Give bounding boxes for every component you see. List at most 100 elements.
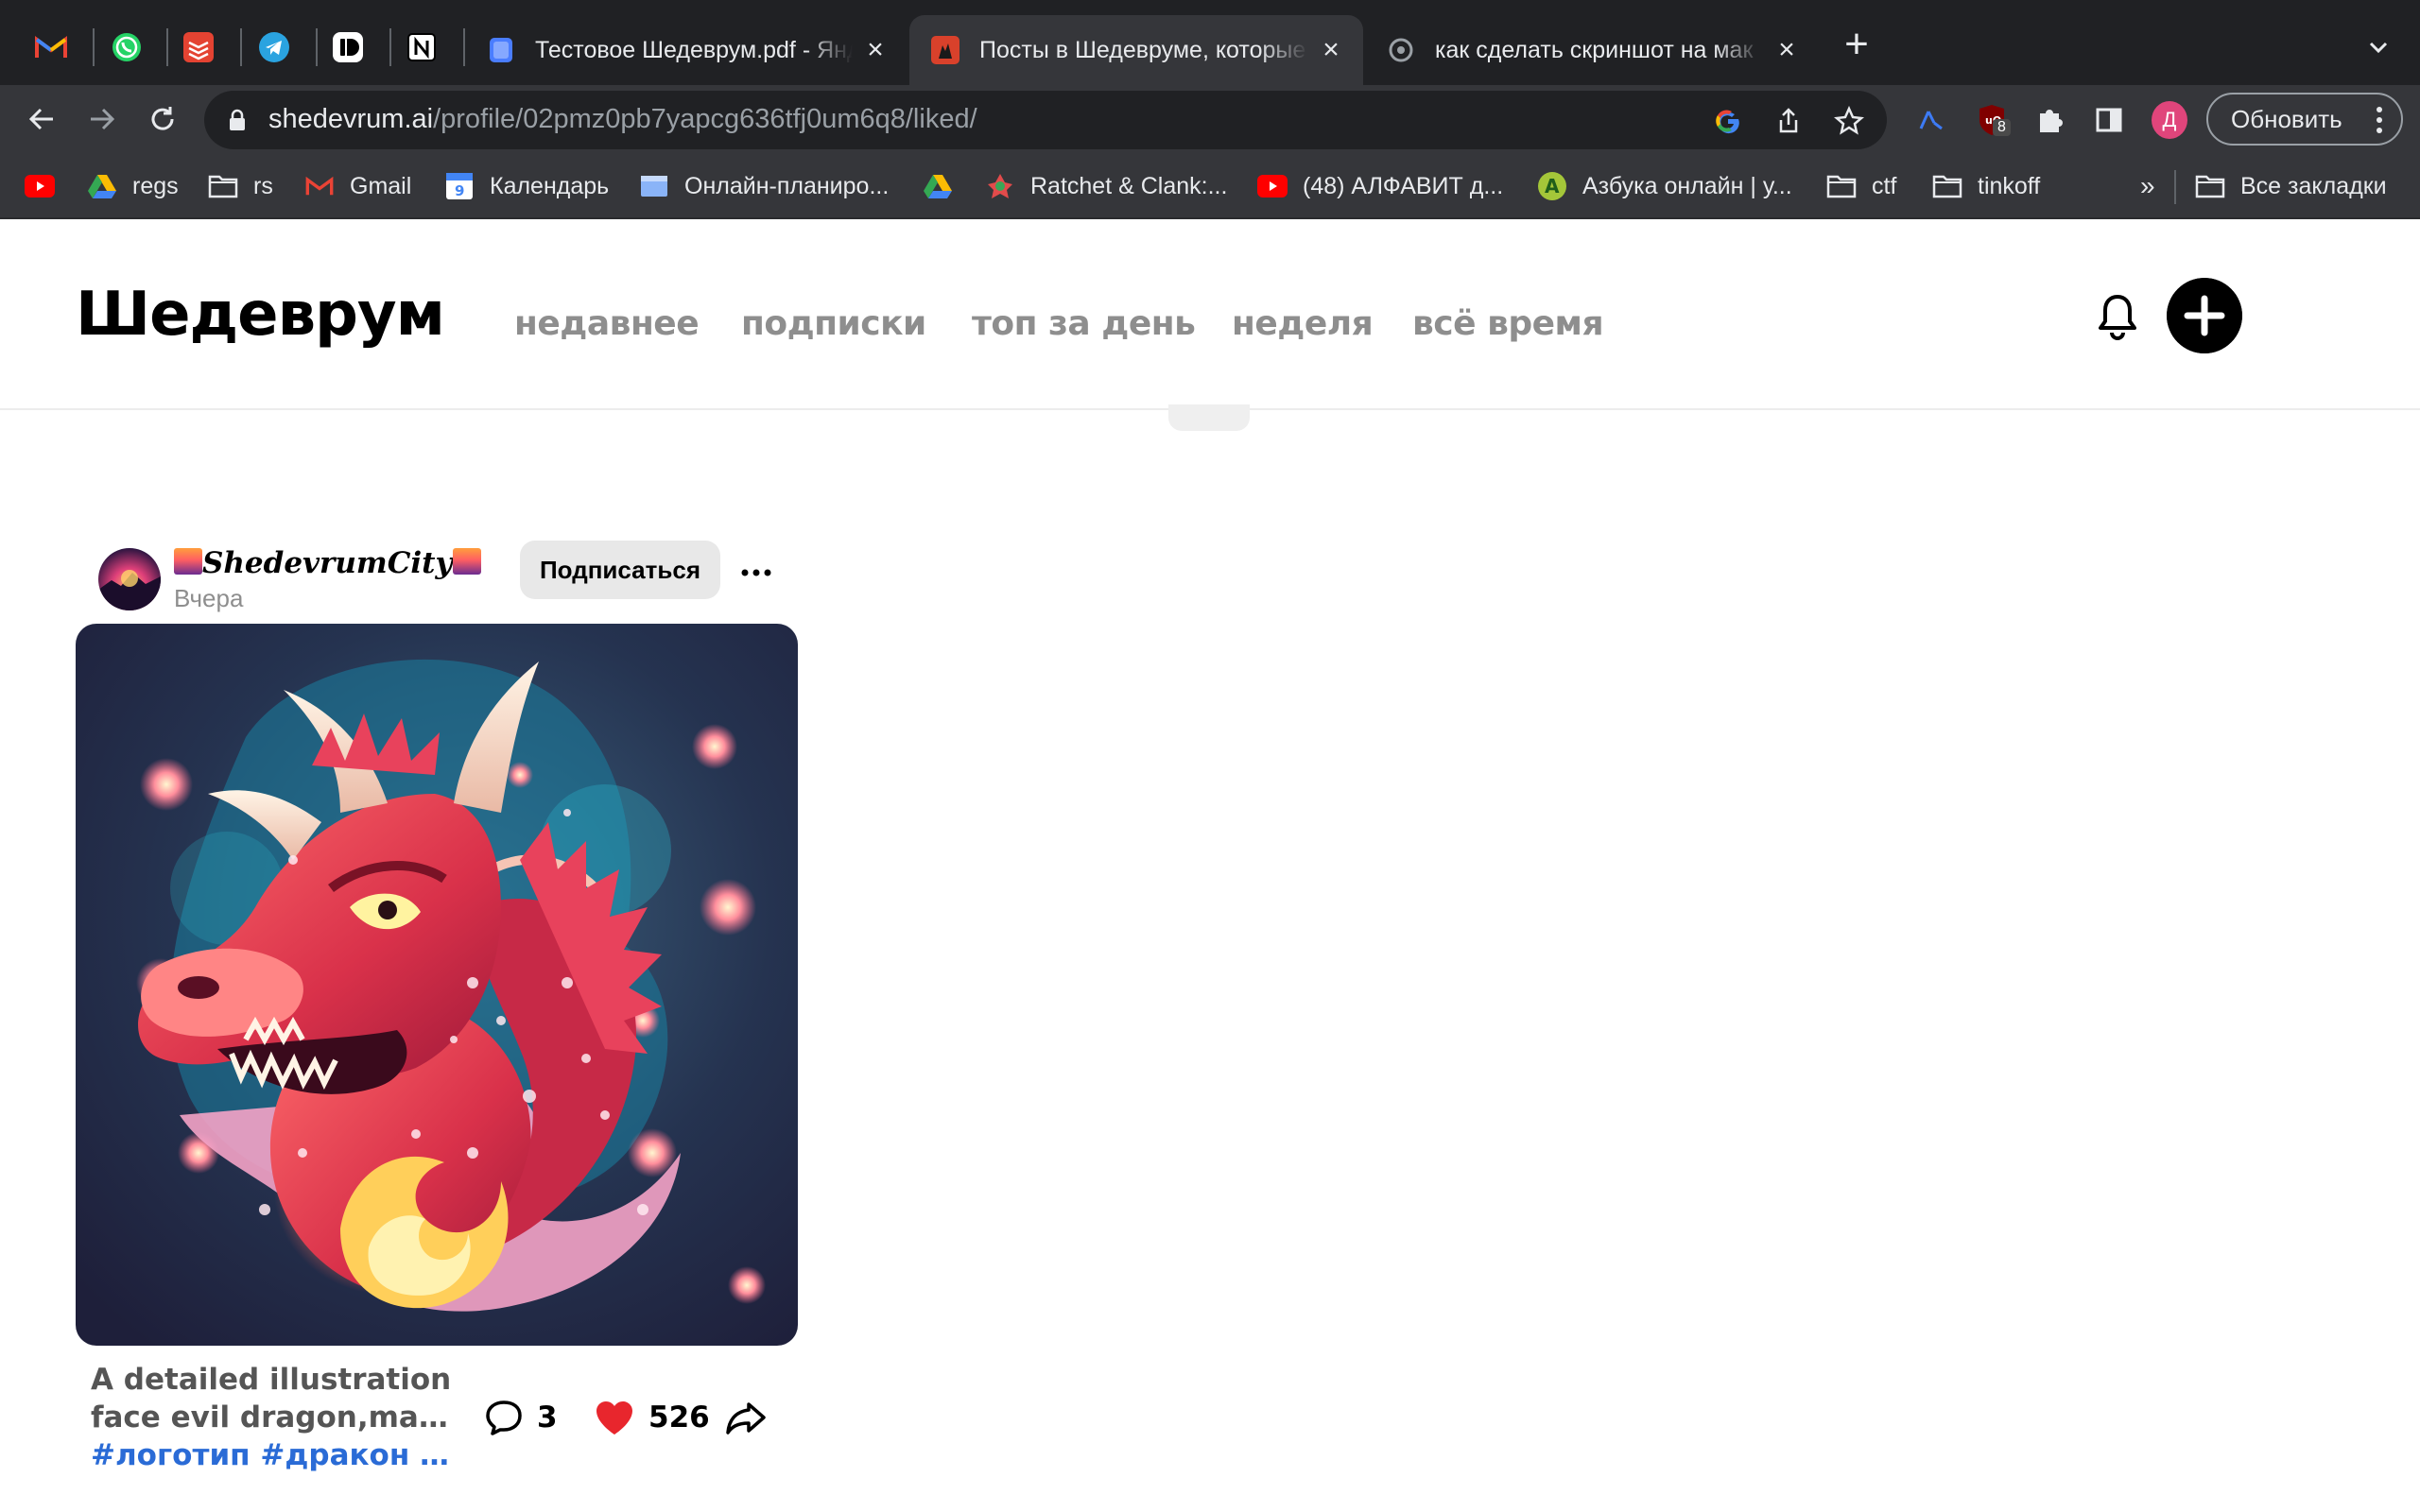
- bookmark-gmail[interactable]: Gmail: [304, 166, 411, 206]
- bookmark-drive[interactable]: [923, 166, 968, 206]
- nav-subscriptions[interactable]: подписки: [741, 304, 926, 343]
- comments-button[interactable]: 3: [484, 1397, 558, 1438]
- bookmark-star-icon[interactable]: [1832, 104, 1866, 138]
- post-caption[interactable]: A detailed illustration face evil dragon…: [91, 1361, 469, 1474]
- ublock-origin-icon[interactable]: uO 8: [1974, 102, 2011, 138]
- pinned-tab-gmail[interactable]: [25, 21, 78, 74]
- share-icon[interactable]: [1772, 104, 1806, 138]
- extension-badge-count: 8: [1993, 119, 2011, 136]
- svg-text:A: A: [1545, 175, 1560, 198]
- back-button[interactable]: [21, 98, 62, 140]
- site-logo[interactable]: Шедеврум: [76, 280, 445, 350]
- heart-icon: [596, 1401, 632, 1435]
- bookmarks-overflow-button[interactable]: »: [2140, 166, 2155, 206]
- nav-top-day[interactable]: топ за день: [972, 304, 1196, 343]
- subscribe-button[interactable]: Подписаться: [520, 541, 720, 599]
- nav-week[interactable]: неделя: [1232, 304, 1374, 343]
- city-emoji-icon: [452, 548, 481, 575]
- bookmark-youtube[interactable]: [25, 166, 70, 206]
- bookmark-label: Все закладки: [2240, 172, 2387, 199]
- bookmark-regs[interactable]: regs: [87, 166, 179, 206]
- folder-icon: [2195, 171, 2225, 201]
- notifications-bell-icon[interactable]: [2093, 291, 2142, 344]
- tab-search-chevron-icon[interactable]: [2360, 28, 2397, 66]
- tab-separator: [166, 28, 168, 66]
- profile-avatar[interactable]: Д: [2152, 101, 2187, 139]
- like-button[interactable]: 526: [594, 1397, 710, 1438]
- city-emoji-icon: [174, 548, 202, 575]
- post-date: Вчера: [174, 584, 244, 612]
- folder-icon: [1932, 171, 1962, 201]
- pinned-tab-bear[interactable]: [321, 21, 374, 74]
- bookmark-ctf[interactable]: ctf: [1826, 166, 1896, 206]
- update-label: Обновить: [2231, 104, 2342, 133]
- telegram-icon: [259, 32, 289, 62]
- bookmarks-divider: [2174, 170, 2176, 204]
- bookmark-rs[interactable]: rs: [208, 166, 273, 206]
- caption-line: face evil dragon,magi...: [91, 1400, 469, 1435]
- pinned-tab-todoist[interactable]: [172, 21, 225, 74]
- close-tab-icon[interactable]: ×: [862, 36, 889, 64]
- folder-icon: [1826, 171, 1857, 201]
- bookmark-label: Календарь: [490, 172, 610, 199]
- nav-all-time[interactable]: всё время: [1412, 304, 1604, 343]
- all-bookmarks-folder[interactable]: Все закладки: [2195, 166, 2387, 206]
- game-icon: [985, 171, 1015, 201]
- tab-screenshot-mac[interactable]: как сделать скриншот на мак ×: [1365, 15, 1819, 85]
- bookmark-azbuka[interactable]: A Азбука онлайн | у...: [1537, 166, 1792, 206]
- tab-shedevrum-posts[interactable]: Посты в Шедевруме, которые ×: [909, 15, 1363, 85]
- reload-button[interactable]: [142, 98, 183, 140]
- planner-icon: [639, 171, 669, 201]
- bookmark-label: tinkoff: [1978, 172, 2041, 199]
- close-tab-icon[interactable]: ×: [1318, 36, 1344, 64]
- lock-icon[interactable]: [225, 108, 250, 132]
- gmail-icon: [35, 36, 67, 58]
- likes-count: 526: [648, 1400, 710, 1435]
- tab-separator: [240, 28, 242, 66]
- create-post-button[interactable]: [2167, 278, 2242, 353]
- browser-toolbar: shedevrum.ai/profile/02pmz0pb7yapcg636tf…: [0, 85, 2420, 153]
- google-lens-icon[interactable]: [1711, 104, 1745, 138]
- extensions-puzzle-icon[interactable]: [2032, 102, 2068, 138]
- tab-title: Тестовое Шедеврум.pdf - Яндекс: [535, 36, 853, 63]
- pinned-tab-notion[interactable]: [395, 21, 448, 74]
- bookmark-planner[interactable]: Онлайн-планиро...: [639, 166, 889, 206]
- kebab-menu-icon[interactable]: [2377, 106, 2382, 134]
- nav-recent[interactable]: недавнее: [514, 304, 700, 343]
- tab-yandex-pdf[interactable]: Тестовое Шедеврум.pdf - Яндекс ×: [465, 15, 908, 85]
- bookmark-alphabet[interactable]: (48) АЛФАВИТ д...: [1257, 166, 1503, 206]
- pinned-tab-telegram[interactable]: [248, 21, 301, 74]
- update-browser-button[interactable]: Обновить: [2206, 93, 2403, 146]
- url-path: /profile/02pmz0pb7yapcg636tfj0um6q8/like…: [433, 104, 977, 134]
- share-post-button[interactable]: [724, 1397, 781, 1438]
- calendar-icon: 9: [444, 171, 475, 201]
- author-avatar[interactable]: [98, 548, 161, 610]
- forward-button[interactable]: [81, 98, 123, 140]
- gmail-icon: [304, 171, 335, 201]
- caption-line: A detailed illustration: [91, 1363, 452, 1397]
- new-tab-button[interactable]: +: [1838, 24, 1876, 65]
- bookmark-ratchet-clank[interactable]: Ratchet & Clank:...: [985, 166, 1227, 206]
- author-name[interactable]: ShedevrumCity: [174, 546, 481, 580]
- caption-tags[interactable]: #логотип #дракон #...: [91, 1436, 469, 1474]
- tab-separator: [389, 28, 391, 66]
- drive-icon: [87, 171, 117, 201]
- bookmark-label: rs: [253, 172, 273, 199]
- side-panel-icon[interactable]: [2091, 102, 2127, 138]
- address-bar[interactable]: shedevrum.ai/profile/02pmz0pb7yapcg636tf…: [204, 91, 1887, 149]
- close-tab-icon[interactable]: ×: [1773, 36, 1800, 64]
- bookmark-label: ctf: [1872, 172, 1897, 199]
- extension-translate-icon[interactable]: [1913, 102, 1949, 138]
- bookmark-label: Ratchet & Clank:...: [1030, 172, 1228, 199]
- tab-separator: [93, 28, 95, 66]
- browser-tab-strip: Тестовое Шедеврум.pdf - Яндекс × Посты в…: [0, 0, 2420, 85]
- bookmark-calendar[interactable]: 9 Календарь: [444, 166, 609, 206]
- drive-icon: [923, 171, 953, 201]
- post-image-dragon[interactable]: [76, 624, 798, 1346]
- profile-letter: Д: [2152, 101, 2187, 139]
- pinned-tab-whatsapp[interactable]: [100, 21, 153, 74]
- bookmark-tinkoff[interactable]: tinkoff: [1932, 166, 2040, 206]
- more-options-icon[interactable]: [737, 554, 775, 592]
- url-text[interactable]: shedevrum.ai/profile/02pmz0pb7yapcg636tf…: [268, 104, 977, 135]
- folder-icon: [208, 171, 238, 201]
